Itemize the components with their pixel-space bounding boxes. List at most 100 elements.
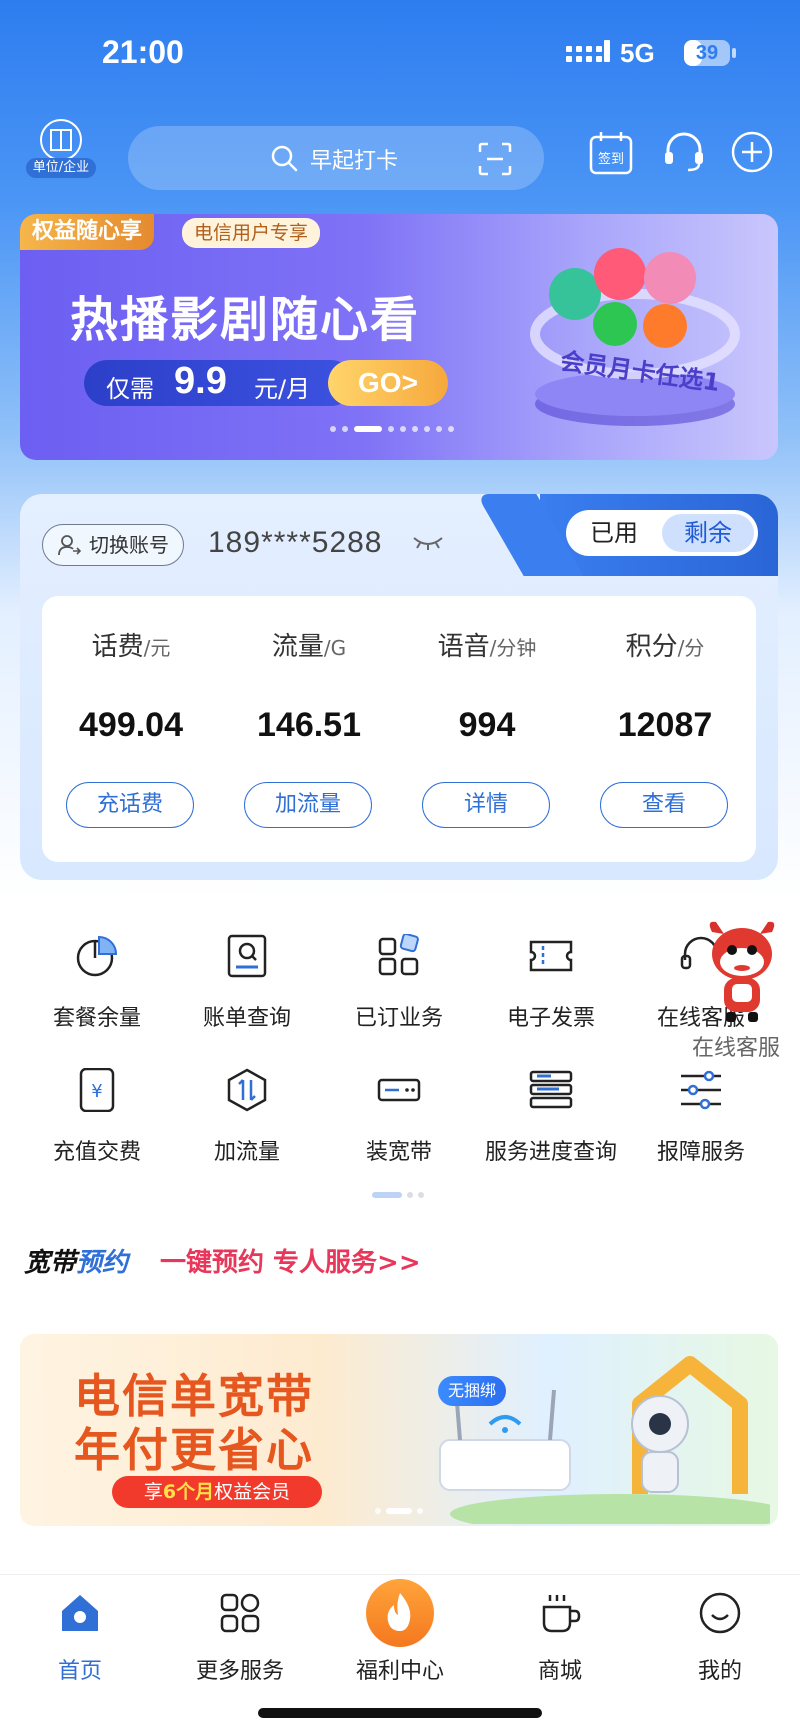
pager-dot [407, 1192, 413, 1198]
ticket-icon [529, 940, 573, 972]
service-add-data[interactable]: 加流量 [172, 1068, 322, 1178]
banner-price-pill: 仅需 9.9 元/月 [84, 360, 354, 406]
service-label: 套餐余量 [52, 1006, 141, 1031]
nav-home[interactable]: 首页 [10, 1591, 150, 1691]
price-prefix: 仅需 [106, 375, 154, 403]
banner-pagination-dot [424, 426, 430, 432]
banner2-benefit-pill: 享6个月权益会员 [112, 1476, 322, 1508]
metric-points-unit: /分 [677, 636, 705, 660]
service-plan-balance[interactable]: 套餐余量 [22, 934, 172, 1044]
cow-mascot-icon[interactable] [700, 916, 784, 1026]
cup-icon [542, 1595, 581, 1633]
checkin-label: 签到 [598, 151, 624, 167]
usage-toggle[interactable]: 已用 剩余 [566, 510, 758, 556]
nav-mall[interactable]: 商城 [490, 1591, 630, 1691]
pager-dot [418, 1192, 424, 1198]
nav-label: 商城 [537, 1659, 582, 1684]
banner-tag-main: 权益随心享 [20, 214, 155, 250]
price-unit: 元/月 [254, 375, 311, 403]
service-e-invoice[interactable]: 电子发票 [476, 934, 626, 1044]
pill-post: 权益会员 [214, 1481, 291, 1503]
service-fault-report[interactable]: 报障服务 [626, 1068, 776, 1178]
switch-account-button[interactable]: 切换账号 [42, 524, 184, 566]
org-label[interactable]: 单位/企业 [26, 158, 96, 178]
service-bill-query[interactable]: 账单查询 [172, 934, 322, 1044]
service-progress-query[interactable]: 服务进度查询 [476, 1068, 626, 1178]
metric-data-value: 146.51 [257, 706, 361, 744]
promo-banner-video-membership[interactable]: 权益随心享 电信用户专享 热播影剧随心看 仅需 9.9 元/月 GO> 会员月卡… [20, 214, 778, 460]
service-grid-pagination [372, 1192, 424, 1198]
scan-icon[interactable] [478, 142, 512, 176]
service-label: 已订业务 [354, 1006, 443, 1031]
pager-dot [386, 1508, 412, 1514]
metric-points-value: 12087 [617, 706, 713, 744]
toggle-remaining[interactable]: 剩余 [662, 514, 754, 552]
bb-logo-part1: 宽带 [24, 1248, 77, 1278]
home-indicator [258, 1708, 542, 1718]
banner-pagination [330, 426, 454, 432]
svg-text:¥: ¥ [91, 1081, 102, 1102]
bb-logo-part2: 预约 [76, 1248, 129, 1278]
metric-points-label: 积分 [625, 632, 678, 662]
bill-search-icon [227, 934, 267, 978]
metric-label: 流量/G [220, 626, 398, 663]
nav-label: 福利中心 [355, 1659, 444, 1684]
metric-label: 语音/分钟 [398, 626, 576, 663]
membership-platform-illustration [530, 248, 740, 426]
metric-fee-unit: /元 [143, 636, 171, 660]
service-label: 服务进度查询 [484, 1140, 617, 1165]
home-icon [62, 1595, 98, 1631]
progress-list-icon [529, 1070, 573, 1109]
banner-pagination-dot [412, 426, 418, 432]
headset-icon[interactable] [662, 130, 706, 174]
metric-fee-label: 话费 [91, 632, 144, 662]
metric-data-label: 流量 [271, 632, 324, 662]
voice-details-button[interactable]: 详情 [422, 782, 550, 828]
balance-panel: 话费/元 499.04 充话费 流量/G 146.51 加流量 语音/分钟 99… [42, 596, 756, 862]
recharge-button[interactable]: 充话费 [66, 782, 194, 828]
banner-go-button[interactable]: GO> [328, 360, 448, 406]
phone-number: 189****5288 [208, 526, 383, 559]
user-switch-icon [58, 535, 81, 556]
search-placeholder[interactable]: 早起打卡 [310, 143, 398, 175]
mascot-label[interactable]: 在线客服 [692, 1030, 780, 1062]
nav-profile[interactable]: 我的 [650, 1591, 790, 1691]
router-icon [377, 1078, 421, 1102]
toggle-used[interactable]: 已用 [566, 510, 662, 556]
promo-banner-broadband[interactable]: 电信单宽带 年付更省心 享6个月权益会员 无捆绑 [20, 1334, 778, 1526]
banner-pagination-dot [400, 426, 406, 432]
search-icon [271, 145, 298, 172]
service-top-up[interactable]: ¥ 充值交费 [22, 1068, 172, 1178]
add-icon[interactable] [730, 130, 774, 174]
broadband-reservation-logo[interactable]: 宽带预约 [24, 1242, 128, 1279]
banner2-title-line2: 年付更省心 [74, 1423, 314, 1477]
pager-dot [417, 1508, 423, 1514]
service-install-broadband[interactable]: 装宽带 [324, 1068, 474, 1178]
pill-highlight: 6个月 [162, 1481, 215, 1503]
nav-more-services[interactable]: 更多服务 [170, 1591, 310, 1691]
eye-closed-icon[interactable] [412, 532, 444, 552]
broadband-reservation-link[interactable]: 一键预约 专人服务>> [160, 1242, 421, 1279]
nav-welfare-center[interactable]: 福利中心 [330, 1579, 470, 1691]
service-label: 装宽带 [365, 1140, 432, 1165]
service-subscribed[interactable]: 已订业务 [324, 934, 474, 1044]
switch-account-label: 切换账号 [89, 533, 169, 557]
search-bar[interactable]: 早起打卡 [128, 126, 544, 190]
service-label: 加流量 [213, 1140, 280, 1165]
banner-tag-sub: 电信用户专享 [182, 218, 321, 248]
metric-voice-unit: /分钟 [489, 636, 537, 660]
checkin-calendar-icon[interactable]: 签到 [588, 130, 634, 176]
phone-yen-icon: ¥ [79, 1068, 115, 1112]
add-data-button[interactable]: 加流量 [244, 782, 372, 828]
battery-icon: 39 [684, 40, 730, 66]
data-transfer-icon [227, 1068, 267, 1112]
banner2-pagination [375, 1508, 423, 1514]
status-time: 21:00 [102, 34, 184, 70]
banner-pagination-dot [448, 426, 454, 432]
metric-voice-label: 语音 [437, 632, 490, 662]
banner-pagination-dot [388, 426, 394, 432]
robot-router-illustration [439, 1356, 770, 1524]
view-points-button[interactable]: 查看 [600, 782, 728, 828]
nav-label: 首页 [57, 1659, 102, 1684]
banner-pagination-dot [330, 426, 336, 432]
